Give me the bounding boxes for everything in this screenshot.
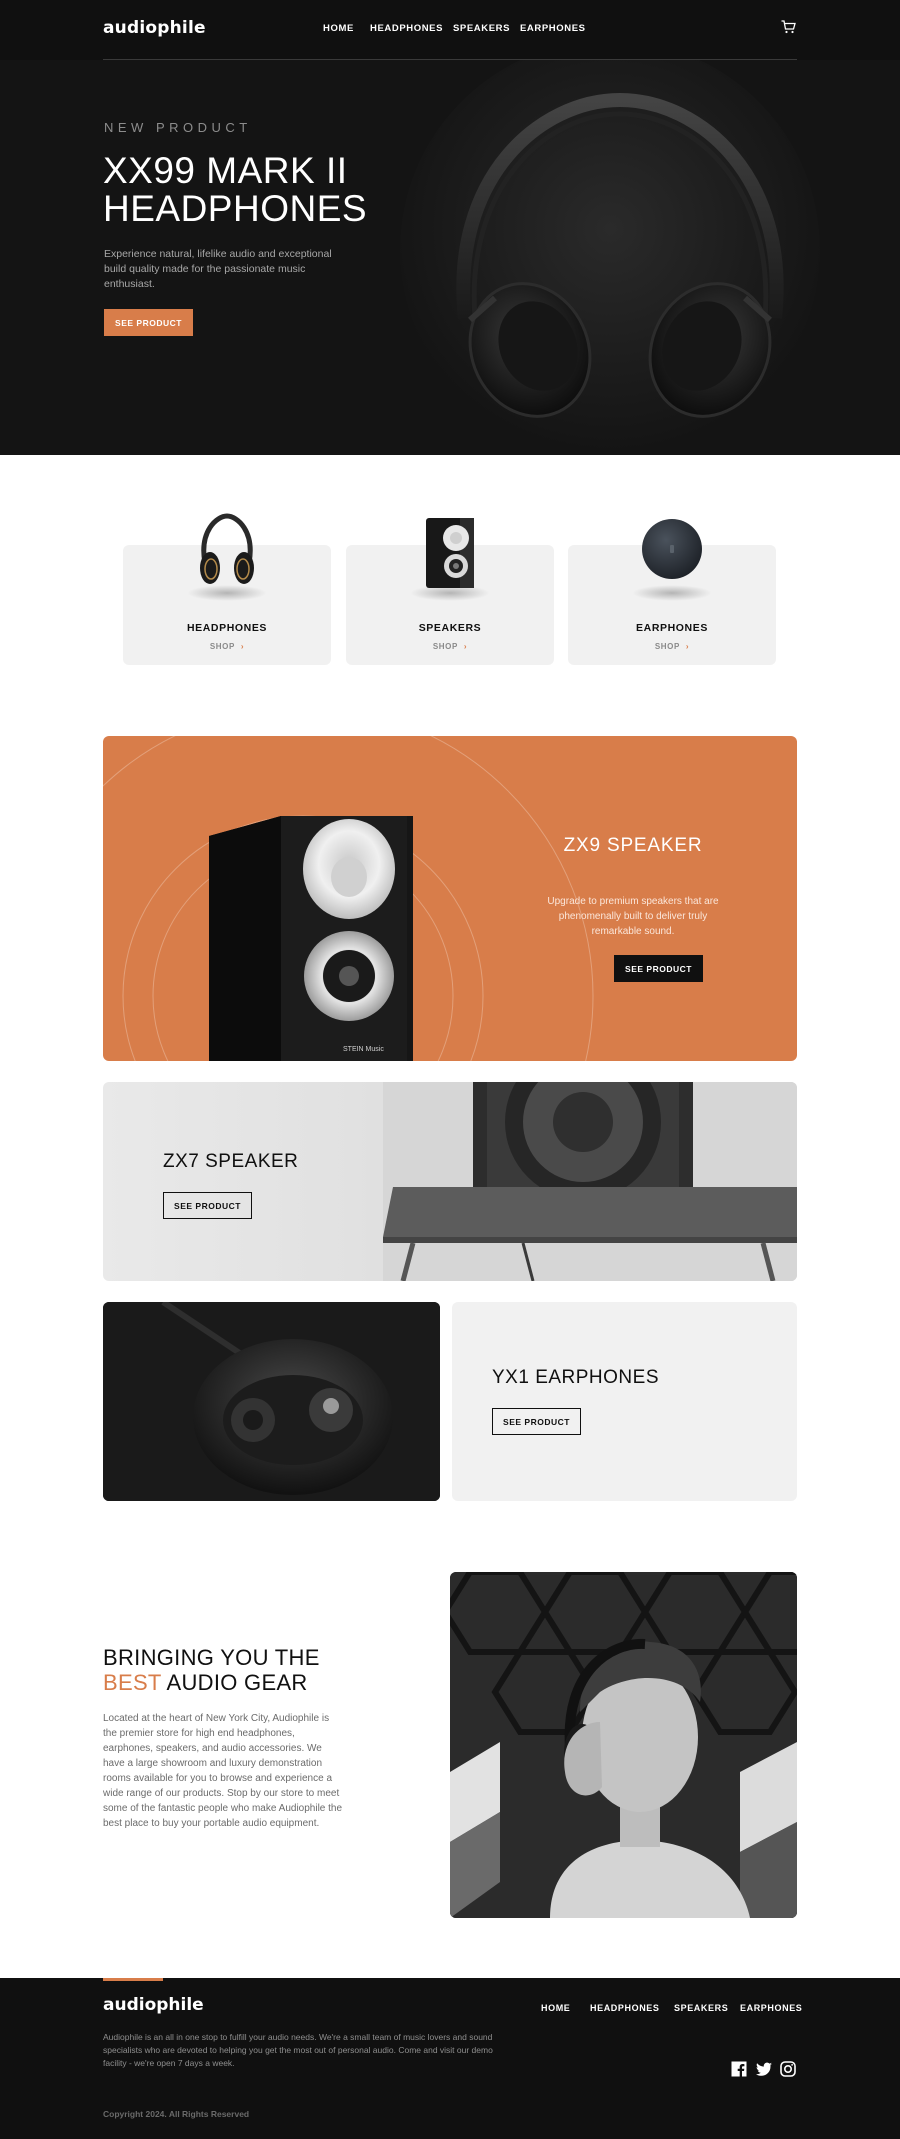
- site-logo[interactable]: audiophile: [103, 18, 206, 38]
- footer-nav-speakers[interactable]: SPEAKERS: [674, 2003, 728, 2013]
- category-shop-link[interactable]: SHOP ›: [568, 642, 776, 651]
- hero-headphones-image: [456, 92, 784, 418]
- zx7-title: ZX7 SPEAKER: [163, 1151, 299, 1172]
- about-title-accent: BEST: [103, 1670, 162, 1695]
- shop-label: SHOP: [209, 642, 235, 651]
- category-shop-link[interactable]: SHOP ›: [346, 642, 554, 651]
- about-description: Located at the heart of New York City, A…: [103, 1713, 343, 1829]
- yx1-feature-card: YX1 EARPHONES SEE PRODUCT: [452, 1302, 797, 1501]
- hero-eyebrow: NEW PRODUCT: [104, 120, 252, 135]
- yx1-earphones-image: [103, 1302, 440, 1501]
- footer-nav-home[interactable]: HOME: [541, 2003, 570, 2013]
- zx7-see-product-button[interactable]: SEE PRODUCT: [163, 1192, 252, 1219]
- site-footer: audiophile HOME HEADPHONES SPEAKERS EARP…: [0, 1978, 900, 2139]
- speaker-thumbnail: [426, 518, 474, 588]
- shop-label: SHOP: [654, 642, 680, 651]
- footer-nav-earphones[interactable]: EARPHONES: [740, 2003, 802, 2013]
- man-with-headphones-illustration: [450, 1572, 797, 1918]
- zx7-feature-card: ZX7 SPEAKER SEE PRODUCT: [103, 1082, 797, 1281]
- chevron-right-icon: ›: [463, 642, 468, 651]
- yx1-see-product-button[interactable]: SEE PRODUCT: [492, 1408, 581, 1435]
- zx9-title: ZX9 SPEAKER: [563, 835, 703, 856]
- zx9-feature-card: STEIN Music ZX9 SPEAKER Upgrade to premi…: [103, 736, 797, 1061]
- instagram-icon[interactable]: [780, 2061, 796, 2077]
- category-shop-link[interactable]: SHOP ›: [123, 642, 331, 651]
- category-card-speakers[interactable]: SPEAKERS SHOP ›: [346, 518, 554, 665]
- category-card-earphones[interactable]: EARPHONES SHOP ›: [568, 519, 776, 665]
- zx9-speaker-image: STEIN Music: [209, 816, 413, 1061]
- hero-description: Experience natural, lifelike audio and e…: [104, 248, 332, 290]
- facebook-icon[interactable]: [731, 2061, 747, 2077]
- about-title-pre: BRINGING YOU THE: [103, 1645, 320, 1670]
- zx9-description: Upgrade to premium speakers that are phe…: [547, 896, 719, 937]
- nav-headphones[interactable]: HEADPHONES: [370, 23, 443, 34]
- hero-title: XX99 MARK II HEADPHONES: [103, 150, 368, 229]
- nav-home[interactable]: HOME: [323, 23, 354, 34]
- product-shadow: [632, 585, 712, 601]
- page: audiophile HOME HEADPHONES SPEAKERS EARP…: [0, 0, 900, 2139]
- hero-section: audiophile HOME HEADPHONES SPEAKERS EARP…: [0, 0, 900, 455]
- footer-nav-headphones[interactable]: HEADPHONES: [590, 2003, 660, 2013]
- shop-label: SHOP: [432, 642, 458, 651]
- chevron-right-icon: ›: [685, 642, 690, 651]
- footer-accent-bar: [103, 1978, 163, 1981]
- cart-icon[interactable]: [781, 20, 796, 34]
- category-title: HEADPHONES: [186, 622, 268, 634]
- about-title-post: AUDIO GEAR: [166, 1670, 308, 1695]
- category-card-headphones[interactable]: HEADPHONES SHOP ›: [123, 513, 331, 665]
- hero-see-product-button[interactable]: SEE PRODUCT: [104, 309, 193, 336]
- nav-speakers[interactable]: SPEAKERS: [453, 23, 510, 34]
- footer-copyright: Copyright 2024. All Rights Reserved: [103, 2109, 250, 2119]
- chevron-right-icon: ›: [240, 642, 245, 651]
- twitter-icon[interactable]: [756, 2061, 772, 2077]
- category-title: EARPHONES: [636, 622, 708, 634]
- footer-logo[interactable]: audiophile: [103, 1995, 204, 2015]
- zx7-speaker-image: [383, 1082, 797, 1281]
- headphones-thumbnail: [200, 513, 254, 584]
- about-man-headphones-image: [450, 1572, 797, 1918]
- zx9-see-product-button[interactable]: SEE PRODUCT: [614, 955, 703, 982]
- category-title: SPEAKERS: [418, 622, 482, 634]
- header-divider: [103, 59, 797, 60]
- about-title: BRINGING YOU THE BEST AUDIO GEAR: [103, 1645, 363, 1695]
- speaker-brand-text: STEIN Music: [343, 1046, 384, 1053]
- earphones-thumbnail: [642, 519, 702, 579]
- footer-description: Audiophile is an all in one stop to fulf…: [103, 2032, 493, 2068]
- yx1-title: YX1 EARPHONES: [492, 1367, 659, 1388]
- yx1-earphones-illustration: [103, 1302, 440, 1501]
- nav-earphones[interactable]: EARPHONES: [520, 23, 586, 34]
